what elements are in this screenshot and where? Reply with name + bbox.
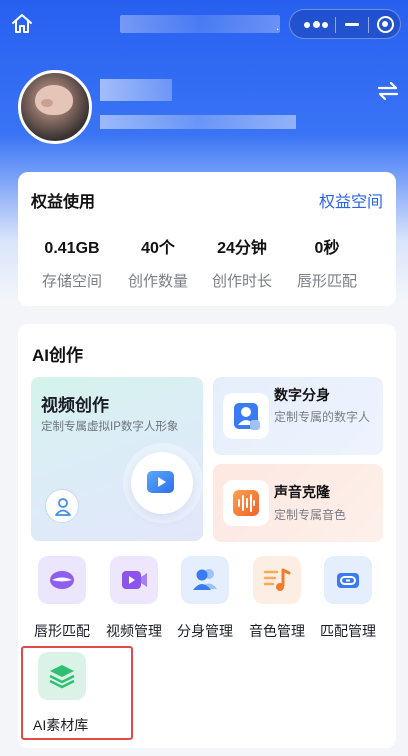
tool-lip-sync[interactable]: 唇形匹配 [26,556,98,641]
stat-value: 0.41GB [44,240,100,257]
stat-value: 24分钟 [217,240,267,257]
nav-bar: . [0,0,408,48]
lips-icon [38,556,86,604]
voice-clone-icon [223,480,269,526]
tool-label: 视频管理 [106,623,162,639]
capsule-divider [335,17,336,33]
nav-title-dot: . [276,19,280,33]
capsule-divider [368,17,369,33]
tool-label: 匹配管理 [320,623,376,639]
tool-voice-manage[interactable]: 音色管理 [241,556,313,641]
voice-clone-tile[interactable]: 声音克隆 定制专属音色 [213,464,383,542]
stat-lip-sync: 0秒 唇形匹配 [280,238,374,291]
digital-avatar-subtitle: 定制专属的数字人 [274,410,371,424]
ai-creation-card: AI创作 视频创作 定制专属虚拟IP数字人形象 数字分身 定制专属的数字人 声音… [18,324,396,748]
link-icon [324,556,372,604]
video-icon [110,556,158,604]
voice-clone-subtitle: 定制专属音色 [274,508,347,522]
stat-label: 创作时长 [211,273,272,290]
user-id-blurred [100,115,296,129]
stat-label: 存储空间 [41,273,102,290]
digital-avatar-tile[interactable]: 数字分身 定制专属的数字人 [213,377,383,455]
tool-label: AI素材库 [33,717,89,733]
tool-label: 唇形匹配 [34,623,90,639]
rights-title: 权益使用 [31,194,96,211]
digital-avatar-icon [223,393,269,439]
stat-label: 创作数量 [127,273,188,290]
nav-title-blurred [120,15,280,33]
tool-label: 音色管理 [249,623,305,639]
stat-duration: 24分钟 创作时长 [195,238,289,291]
stat-storage: 0.41GB 存储空间 [25,238,119,291]
home-icon[interactable] [10,12,34,36]
avatar[interactable] [18,70,92,144]
rights-card: 权益使用 权益空间 0.41GB 存储空间 40个 创作数量 24分钟 创作时长… [18,172,396,306]
stat-count: 40个 创作数量 [111,238,205,291]
tool-ai-material-library[interactable]: AI素材库 [21,646,133,740]
stat-label: 唇形匹配 [296,273,357,290]
voice-clone-title: 声音克隆 [274,484,330,500]
ai-section-title: AI创作 [32,346,83,365]
tool-label: 分身管理 [177,623,233,639]
tool-video-manage[interactable]: 视频管理 [98,556,170,641]
music-icon [253,556,301,604]
minimize-icon[interactable] [345,23,359,26]
user-icon [45,489,79,523]
switch-icon[interactable] [377,81,399,101]
users-icon [181,556,229,604]
stat-value: 40个 [141,240,175,257]
video-creation-subtitle: 定制专属虚拟IP数字人形象 [41,421,179,433]
video-creation-tile[interactable]: 视频创作 定制专属虚拟IP数字人形象 [31,377,203,541]
layers-icon [38,652,86,700]
more-icon[interactable] [304,19,328,31]
tool-match-manage[interactable]: 匹配管理 [312,556,384,641]
miniapp-capsule [289,9,401,39]
tool-avatar-manage[interactable]: 分身管理 [169,556,241,641]
close-icon[interactable] [377,16,394,33]
video-play-icon [147,469,177,495]
username-blurred [100,79,172,101]
rights-space-link[interactable]: 权益空间 [319,188,383,212]
digital-avatar-title: 数字分身 [274,387,330,403]
stat-value: 0秒 [314,240,340,257]
video-creation-title: 视频创作 [41,396,109,415]
